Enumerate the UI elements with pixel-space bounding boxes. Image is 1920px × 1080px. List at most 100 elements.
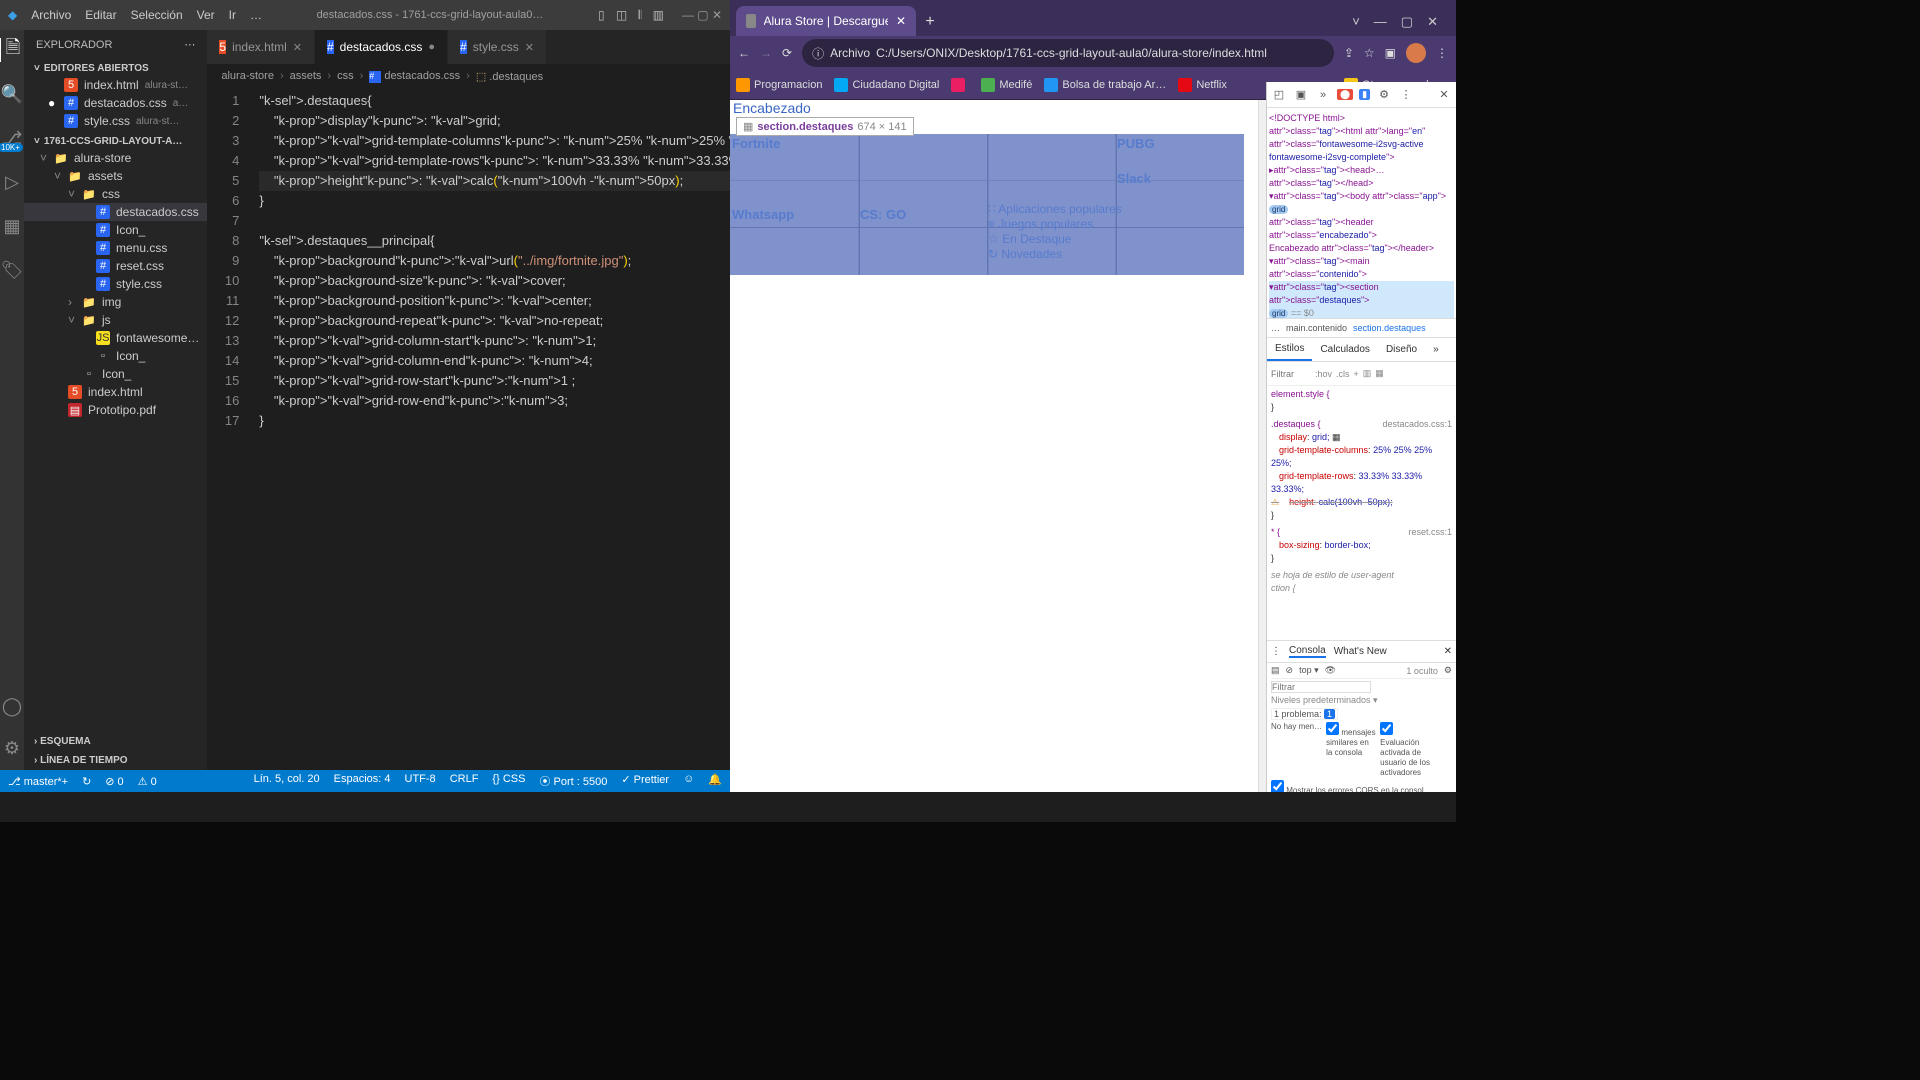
status-cursor[interactable]: Lín. 5, col. 20	[254, 773, 320, 789]
browser-tab[interactable]: Alura Store | Descargue nuestro… ✕	[736, 6, 916, 36]
status-errors[interactable]: ⊘ 0	[105, 775, 123, 788]
chevron-down-icon[interactable]: ˅	[1352, 14, 1360, 30]
menu-seleccion[interactable]: Selección	[131, 8, 183, 22]
grid-icon[interactable]: ▦	[1375, 368, 1384, 379]
close-icon[interactable]: ✕	[1436, 87, 1452, 103]
share-icon[interactable]: ⇪	[1344, 46, 1354, 60]
back-icon[interactable]: ←	[738, 46, 750, 60]
tree-item[interactable]: ▫Icon_	[24, 365, 207, 383]
menu-ir[interactable]: Ir	[229, 8, 236, 22]
new-tab-button[interactable]: +	[916, 8, 944, 36]
check-eval[interactable]	[1380, 722, 1393, 735]
maximize-icon[interactable]: ▢	[1401, 14, 1413, 30]
debug-icon[interactable]: ▷	[0, 170, 24, 194]
context-selector[interactable]: top ▾	[1299, 665, 1319, 676]
styles-pane[interactable]: element.style {}.destaques {destacados.c…	[1267, 386, 1456, 640]
check-similar[interactable]	[1326, 722, 1339, 735]
outline-section[interactable]: › ESQUEMA	[24, 732, 207, 751]
layout-icons[interactable]: ▯ ◫ 𝄃 ▥	[598, 8, 668, 23]
tree-item[interactable]: ˅📁css	[24, 185, 207, 203]
avatar-icon[interactable]	[1406, 43, 1426, 63]
menu-icon[interactable]: ⋮	[1398, 87, 1414, 103]
open-editor-item[interactable]: #style.css alura-st…	[24, 112, 207, 130]
open-editor-item[interactable]: ●#destacados.css a…	[24, 94, 207, 112]
bookmark-item[interactable]: Ciudadano Digital	[834, 78, 939, 92]
device-icon[interactable]: ▣	[1293, 87, 1309, 103]
drawer-menu-icon[interactable]: ⋮	[1271, 646, 1281, 657]
styles-filter-input[interactable]	[1271, 369, 1311, 379]
tree-item[interactable]: ›📁img	[24, 293, 207, 311]
reload-icon[interactable]: ⟳	[782, 46, 792, 60]
gear-icon[interactable]: ⚙	[1376, 87, 1392, 103]
inspect-icon[interactable]: ◰	[1271, 87, 1287, 103]
project-header[interactable]: ˅ 1761-CCS-GRID-LAYOUT-A…	[24, 134, 207, 149]
close-icon[interactable]: ✕	[1444, 646, 1452, 657]
eye-icon[interactable]: 👁	[1325, 665, 1336, 676]
tree-item[interactable]: ▫Icon_	[24, 347, 207, 365]
gear-icon[interactable]: ⚙	[0, 736, 24, 760]
more-icon[interactable]: ⋯	[184, 38, 195, 51]
close-icon[interactable]: ✕	[896, 14, 906, 28]
reader-icon[interactable]: ▣	[1385, 46, 1396, 60]
bookmark-icon[interactable]: 🏷	[0, 258, 24, 282]
open-editors-header[interactable]: ˅ EDITORES ABIERTOS	[24, 61, 207, 76]
bookmark-item[interactable]: Bolsa de trabajo Ar…	[1044, 78, 1166, 92]
page-viewport[interactable]: Encabezado ▦ section.destaques 674 × 141…	[730, 100, 1258, 792]
status-encoding[interactable]: UTF-8	[405, 773, 436, 789]
info-icon[interactable]: ⓘ	[812, 45, 824, 62]
menu-ver[interactable]: Ver	[197, 8, 215, 22]
tree-item[interactable]: #destacados.css	[24, 203, 207, 221]
star-icon[interactable]: ☆	[1364, 46, 1375, 60]
editor-tab[interactable]: 5index.html✕	[207, 30, 315, 64]
dom-tree[interactable]: <!DOCTYPE html>attr">class="tag"><html a…	[1267, 108, 1456, 318]
open-editor-item[interactable]: 5index.html alura-st…	[24, 76, 207, 94]
tab-more[interactable]: »	[1425, 338, 1447, 361]
vscode-menus[interactable]: Archivo Editar Selección Ver Ir …	[31, 8, 262, 22]
close-icon[interactable]: ✕	[1427, 14, 1438, 30]
status-port[interactable]: ⦿ Port : 5500	[539, 773, 607, 789]
tree-item[interactable]: ˅📁assets	[24, 167, 207, 185]
cls-toggle[interactable]: .cls	[1336, 369, 1350, 379]
editor-tab[interactable]: #destacados.css●	[315, 30, 448, 64]
tree-item[interactable]: ˅📁js	[24, 311, 207, 329]
tab-calculados[interactable]: Calculados	[1312, 338, 1377, 361]
search-icon[interactable]: 🔍	[0, 82, 24, 106]
tree-item[interactable]: #Icon_	[24, 221, 207, 239]
status-feedback-icon[interactable]: ☺	[683, 773, 694, 789]
status-lang[interactable]: {} CSS	[492, 773, 525, 789]
console-body[interactable]: ▤ ⊘ top ▾ 👁 1 oculto ⚙ Niveles predeterm…	[1267, 662, 1456, 792]
tree-item[interactable]: ˅📁alura-store	[24, 149, 207, 167]
flex-icon[interactable]: ▥	[1363, 368, 1372, 379]
source-control-icon[interactable]: ⎇10K+	[0, 126, 24, 150]
timeline-section[interactable]: › LÍNEA DE TIEMPO	[24, 751, 207, 770]
tree-item[interactable]: JSfontawesome…	[24, 329, 207, 347]
menu-more[interactable]: …	[250, 8, 262, 22]
editor-tab[interactable]: #style.css✕	[448, 30, 547, 64]
status-bell-icon[interactable]: 🔔	[708, 773, 722, 789]
status-warnings[interactable]: ⚠ 0	[138, 775, 157, 788]
status-spaces[interactable]: Espacios: 4	[334, 773, 391, 789]
check-cors[interactable]	[1271, 780, 1284, 792]
log-levels[interactable]: Niveles predeterminados ▾	[1271, 695, 1452, 706]
tab-whatsnew[interactable]: What's New	[1334, 646, 1387, 657]
account-icon[interactable]: ◯	[0, 694, 24, 718]
menu-editar[interactable]: Editar	[85, 8, 116, 22]
menu-archivo[interactable]: Archivo	[31, 8, 71, 22]
more-tabs[interactable]: »	[1315, 87, 1331, 103]
console-filter-input[interactable]	[1271, 681, 1371, 693]
dom-breadcrumb[interactable]: … main.contenido section.destaques	[1267, 318, 1456, 338]
clear-icon[interactable]: ⊘	[1286, 665, 1294, 676]
error-badge[interactable]: ⬤	[1337, 89, 1353, 100]
sidebar-toggle-icon[interactable]: ▤	[1271, 665, 1280, 676]
menu-icon[interactable]: ⋮	[1436, 46, 1448, 60]
hov-toggle[interactable]: :hov	[1315, 369, 1332, 379]
tree-item[interactable]: 5index.html	[24, 383, 207, 401]
status-branch[interactable]: ⎇ master*+	[8, 775, 68, 788]
tab-consola[interactable]: Consola	[1289, 645, 1326, 658]
tab-estilos[interactable]: Estilos	[1267, 338, 1312, 361]
explorer-icon[interactable]: 🗎	[0, 38, 23, 62]
tree-item[interactable]: ▤Prototipo.pdf	[24, 401, 207, 419]
status-sync[interactable]: ↻	[82, 775, 91, 788]
forward-icon[interactable]: →	[760, 46, 772, 60]
tree-item[interactable]: #menu.css	[24, 239, 207, 257]
